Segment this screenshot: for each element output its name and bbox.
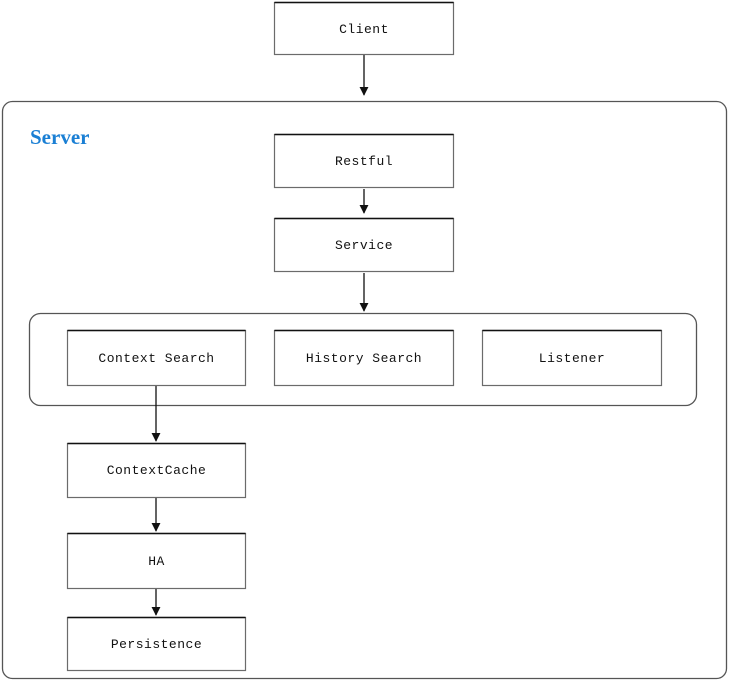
restful-label: Restful [335, 154, 393, 169]
client-label: Client [339, 22, 389, 37]
node-persistence[interactable]: Persistence [66, 616, 247, 672]
persistence-label: Persistence [111, 637, 202, 652]
node-service[interactable]: Service [273, 217, 455, 273]
node-ha[interactable]: HA [66, 532, 247, 590]
node-history-search[interactable]: History Search [273, 329, 455, 387]
server-container-label: Server [30, 125, 89, 149]
service-label: Service [335, 238, 393, 253]
node-listener[interactable]: Listener [481, 329, 663, 387]
architecture-diagram: Server Client Restful Service Context Se… [1, 1, 728, 680]
context-cache-label: ContextCache [107, 463, 207, 478]
node-restful[interactable]: Restful [273, 133, 455, 189]
node-client[interactable]: Client [273, 1, 455, 56]
history-search-label: History Search [306, 351, 422, 366]
diagram-canvas: Server Client Restful Service Context Se… [0, 0, 729, 690]
listener-label: Listener [539, 351, 605, 366]
ha-label: HA [148, 554, 165, 569]
node-context-search[interactable]: Context Search [66, 329, 247, 387]
node-context-cache[interactable]: ContextCache [66, 442, 247, 499]
context-search-label: Context Search [98, 351, 214, 366]
